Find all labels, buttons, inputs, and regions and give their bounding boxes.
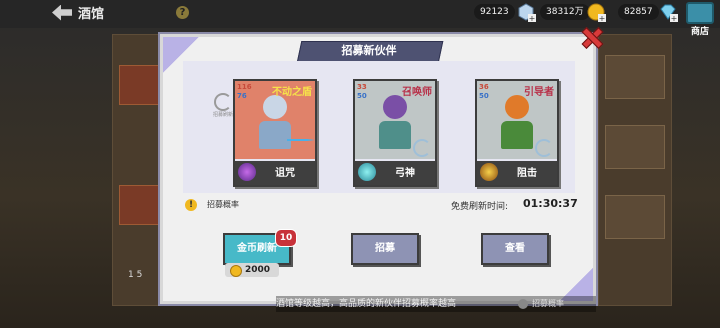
background-slot <box>119 65 161 105</box>
background-right-panel <box>598 34 672 306</box>
svg-text:+: + <box>529 14 536 22</box>
hero-role: 引导者 <box>524 87 554 98</box>
resource-diamonds: 82857 <box>618 4 659 20</box>
recruit-cards-area: 招募刷新 116 76 不动之盾 诅咒 33 50 召唤师 弓神 36 50 引… <box>183 61 575 193</box>
refresh-cost: 2000 <box>225 263 279 277</box>
recruit-probability-link[interactable]: 招募概率 <box>207 199 239 210</box>
background-left-panel <box>112 34 166 306</box>
free-refresh-label: 免费刷新时间: <box>451 202 509 212</box>
gold-coin-icon[interactable]: + <box>586 2 606 22</box>
info-row: ! 招募概率 免费刷新时间: 01:30:37 <box>183 197 578 213</box>
shop-label: 商店 <box>690 27 709 37</box>
refresh-cost-value: 2000 <box>245 265 271 275</box>
recruit-card-1[interactable]: 116 76 不动之盾 诅咒 <box>233 79 317 187</box>
back-button[interactable]: 酒馆 <box>52 3 104 22</box>
fire-blast-icon <box>480 163 498 181</box>
top-bar: 酒馆 ? 92123 + 38312万 + 82857 + 商店 <box>0 0 720 37</box>
view-button[interactable]: 查看 <box>481 233 549 265</box>
recruit-dialog: 招募新伙伴 招募刷新 116 76 不动之盾 诅咒 33 50 召唤师 弓神 3… <box>160 34 596 304</box>
background-slot <box>605 125 665 169</box>
cyan-crystal-icon <box>358 163 376 181</box>
card-stats: 33 50 <box>357 83 367 101</box>
back-arrow-icon <box>52 4 72 21</box>
skill-name: 诅咒 <box>275 168 295 179</box>
recruit-button[interactable]: 招募 <box>351 233 419 265</box>
card-footer: 弓神 <box>355 161 435 185</box>
background-numbers: 1 5 <box>128 270 143 280</box>
treasure-chest-icon <box>686 2 714 24</box>
free-refresh-timer: 01:30:37 <box>523 197 578 210</box>
hero-head <box>383 95 407 119</box>
refresh-count-badge: 10 <box>275 229 297 247</box>
background-slot <box>605 195 665 239</box>
hero-role: 召唤师 <box>402 87 432 98</box>
rank-c-icon <box>535 139 553 157</box>
skill-name: 阻击 <box>517 168 537 179</box>
hero-body <box>501 121 533 149</box>
refresh-icon <box>214 93 232 111</box>
probability-icon <box>518 298 528 309</box>
exclamation-icon[interactable]: ! <box>185 199 197 211</box>
skill-name: 弓神 <box>395 168 415 179</box>
attack-stat: 36 <box>479 83 489 91</box>
lance-icon <box>287 139 315 141</box>
svg-text:+: + <box>671 14 678 22</box>
hero-figure <box>499 95 535 151</box>
recruit-card-3[interactable]: 36 50 引导者 阻击 <box>475 79 559 187</box>
resource-gold: 38312万 <box>540 4 590 20</box>
gem-plus-icon[interactable]: + <box>516 2 536 22</box>
shop-button[interactable]: 商店 <box>684 2 716 38</box>
background-slot <box>119 185 161 225</box>
defense-stat: 50 <box>479 92 489 100</box>
diamond-icon[interactable]: + <box>658 2 678 22</box>
purple-flame-icon <box>238 163 256 181</box>
hero-figure <box>377 95 413 151</box>
card-footer: 阻击 <box>477 161 557 185</box>
card-footer: 诅咒 <box>235 161 315 185</box>
defense-stat: 76 <box>237 92 247 100</box>
attack-stat: 116 <box>237 83 252 91</box>
attack-stat: 33 <box>357 83 367 91</box>
hero-body <box>379 121 411 149</box>
hero-head <box>263 95 287 119</box>
card-stats: 116 76 <box>237 83 252 101</box>
hero-role: 不动之盾 <box>272 87 312 98</box>
resource-gems: 92123 <box>474 4 515 20</box>
back-label: 酒馆 <box>78 7 105 22</box>
svg-text:+: + <box>599 14 606 22</box>
bottom-probability[interactable]: 招募概率 <box>518 296 564 312</box>
hero-head <box>505 95 529 119</box>
background-slot <box>605 55 665 99</box>
help-icon[interactable]: ? <box>176 6 189 19</box>
gold-coin-icon <box>230 265 242 277</box>
defense-stat: 50 <box>357 92 367 100</box>
close-icon[interactable] <box>580 26 602 48</box>
recruit-card-2[interactable]: 33 50 召唤师 弓神 <box>353 79 437 187</box>
dialog-title: 招募新伙伴 <box>341 44 397 57</box>
card-stats: 36 50 <box>479 83 489 101</box>
rank-c-icon <box>413 139 431 157</box>
bottom-probability-label: 招募概率 <box>532 299 564 308</box>
